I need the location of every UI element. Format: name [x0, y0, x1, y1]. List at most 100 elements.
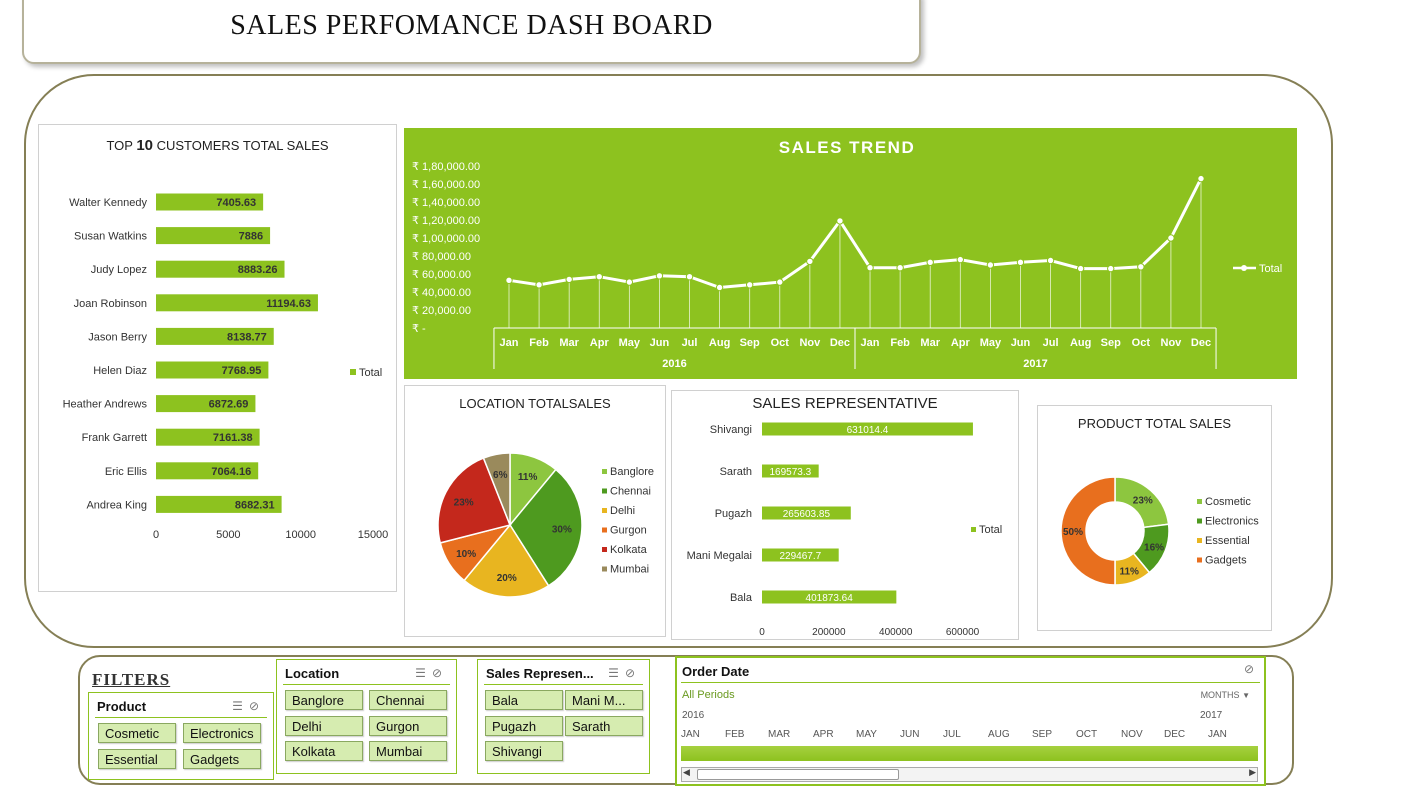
timeline-month: MAY [856, 729, 877, 740]
customer-value-label: 7886 [239, 231, 263, 243]
legend-swatch [350, 369, 356, 375]
trend-point [685, 273, 694, 281]
x-tick-label: 0 [153, 529, 159, 541]
customer-label: Eric Ellis [105, 466, 148, 478]
legend-marker [1241, 265, 1247, 271]
trend-point [956, 255, 965, 264]
location-chip-banglore[interactable]: Banglore [285, 690, 363, 710]
clear-filter-icon[interactable]: ⊘ [249, 699, 265, 713]
timeline-month: MAR [768, 729, 791, 740]
filters-label: FILTERS [92, 670, 171, 689]
rep-chip-sarath[interactable]: Sarath [565, 716, 643, 736]
location-chip-mumbai[interactable]: Mumbai [369, 741, 447, 761]
timeline-month: DEC [1164, 729, 1186, 740]
customer-label: Helen Diaz [93, 365, 147, 377]
month-label: Sep [740, 337, 760, 349]
slice-label: 23% [1133, 495, 1153, 506]
month-label: Oct [771, 337, 790, 349]
rep-value-label: 631014.4 [847, 425, 889, 436]
rep-label: Pugazh [715, 508, 752, 520]
customer-label: Andrea King [86, 499, 147, 511]
slice-label: 23% [454, 497, 474, 508]
trend-point [866, 264, 874, 272]
sales-trend-title: SALES TREND [779, 138, 915, 157]
trend-point [1016, 258, 1025, 267]
trend-point [1107, 264, 1115, 273]
multi-select-icon[interactable]: ☰ [608, 666, 625, 680]
product-sales-panel: PRODUCT TOTAL SALES 23% 16% 11% 50% Cosmetic… [1037, 405, 1272, 631]
top-customers-panel: TOP 10 CUSTOMERS TOTAL SALES Walter Kenn… [38, 124, 397, 592]
location-chip-gurgon[interactable]: Gurgon [369, 716, 447, 736]
timeline-month: NOV [1121, 729, 1143, 740]
clear-filter-icon[interactable]: ⊘ [432, 666, 448, 680]
legend-swatch [1197, 499, 1202, 504]
trend-point [565, 275, 573, 284]
customer-value-label: 11194.63 [266, 298, 311, 310]
location-slicer-header: Location [285, 666, 340, 681]
y-tick-label: ₹ 1,80,000.00 [412, 161, 480, 173]
product-chip-cosmetic[interactable]: Cosmetic [98, 723, 176, 743]
legend-swatch [602, 566, 607, 572]
legend-label: Gurgon [610, 525, 647, 537]
month-label: Apr [951, 337, 971, 349]
year-label: 2016 [662, 358, 686, 370]
location-pie-chart: 11% 30% 20% 10% 23% 6% Banglore Chennai Delhi Gur… [437, 452, 654, 598]
legend-swatch [602, 527, 607, 533]
timeline-scrollbar[interactable]: ◀ ▶ [681, 767, 1258, 782]
clear-filter-icon[interactable]: ⊘ [1244, 662, 1254, 676]
scroll-left-icon[interactable]: ◀ [683, 767, 690, 778]
x-tick-label: 600000 [946, 627, 980, 638]
timeline-month: JUL [943, 729, 961, 740]
multi-select-icon[interactable]: ☰ [415, 666, 432, 680]
legend-label: Total [979, 524, 1002, 536]
rep-chip-shivangi[interactable]: Shivangi [485, 741, 563, 761]
legend-swatch [602, 488, 607, 494]
month-label: Jul [1043, 337, 1059, 349]
legend-label: Chennai [610, 486, 651, 498]
multi-select-icon[interactable]: ☰ [232, 699, 249, 713]
legend-label: Gadgets [1205, 555, 1247, 567]
trend-point [1167, 234, 1175, 242]
slice-label: 6% [493, 470, 508, 481]
location-chip-delhi[interactable]: Delhi [285, 716, 363, 736]
slice-label: 10% [456, 549, 476, 560]
legend-label: Delhi [610, 505, 635, 517]
product-chip-electronics[interactable]: Electronics [183, 723, 261, 743]
product-chip-gadgets[interactable]: Gadgets [183, 749, 261, 769]
customer-value-label: 8138.77 [227, 331, 267, 343]
clear-filter-icon[interactable]: ⊘ [625, 666, 641, 680]
month-label: Dec [830, 337, 850, 349]
trend-point [1076, 264, 1085, 273]
trend-point [745, 281, 754, 289]
rep-value-label: 229467.7 [779, 551, 821, 562]
rep-chip-bala[interactable]: Bala [485, 690, 563, 710]
scroll-right-icon[interactable]: ▶ [1249, 767, 1256, 778]
rep-chip-mani-megalai[interactable]: Mani M... [565, 690, 643, 710]
month-label: Mar [920, 337, 940, 349]
rep-value-label: 169573.3 [769, 467, 811, 478]
legend-swatch [1197, 518, 1202, 524]
legend-swatch [602, 469, 607, 474]
slice-label: 30% [552, 524, 572, 535]
legend-swatch [1197, 538, 1202, 543]
y-tick-label: ₹ 20,000.00 [412, 305, 471, 317]
y-tick-label: ₹ 1,00,000.00 [412, 233, 480, 245]
timeline-bar[interactable] [681, 746, 1258, 761]
customer-label: Susan Watkins [74, 231, 147, 243]
trend-point [595, 273, 603, 281]
granularity-dropdown[interactable]: MONTHS ▼ [1201, 690, 1250, 700]
legend-label: Kolkata [610, 544, 648, 556]
dashboard-title: SALES PERFOMANCE DASH BOARD [230, 10, 713, 41]
x-tick-label: 10000 [285, 529, 316, 541]
location-chip-kolkata[interactable]: Kolkata [285, 741, 363, 761]
customer-label: Walter Kennedy [69, 197, 147, 209]
trend-line [508, 177, 1203, 290]
product-slicer: Product ☰⊘ Cosmetic Electronics Essentia… [88, 692, 274, 780]
product-chip-essential[interactable]: Essential [98, 749, 176, 769]
location-chip-chennai[interactable]: Chennai [369, 690, 447, 710]
customer-value-label: 7064.16 [211, 466, 251, 478]
rep-label: Bala [730, 592, 753, 604]
scroll-thumb[interactable] [697, 769, 899, 780]
rep-chip-pugazh[interactable]: Pugazh [485, 716, 563, 736]
trend-point [1046, 256, 1055, 265]
